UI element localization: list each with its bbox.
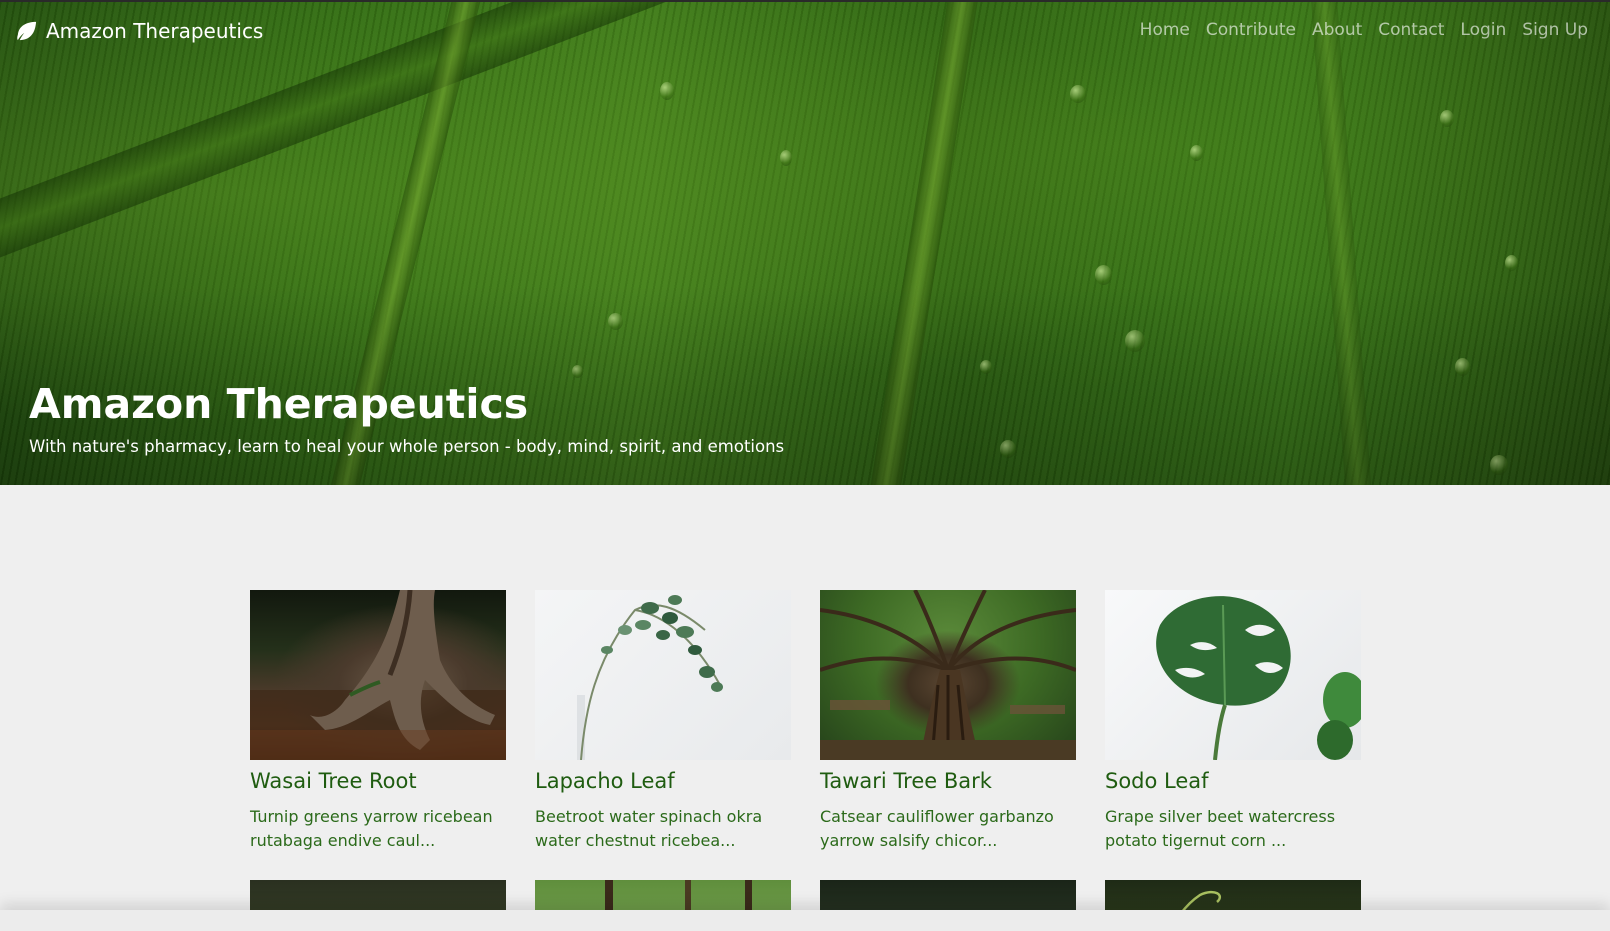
card-title[interactable]: Sodo Leaf (1105, 769, 1361, 793)
nav-about-link[interactable]: About (1312, 20, 1362, 40)
nav-contact-link[interactable]: Contact (1378, 20, 1444, 40)
card-image-lapacho-leaf[interactable] (535, 590, 791, 760)
leaf-icon (17, 21, 37, 41)
bottom-edge (0, 910, 1610, 931)
card-title[interactable]: Lapacho Leaf (535, 769, 791, 793)
brand-name: Amazon Therapeutics (46, 19, 264, 43)
card-image-sodo-leaf[interactable] (1105, 590, 1361, 760)
water-drop (660, 82, 674, 100)
remedy-card[interactable]: Lapacho Leaf Beetroot water spinach okra… (535, 590, 791, 853)
card-description: Turnip greens yarrow ricebean rutabaga e… (250, 807, 493, 850)
card-image-tawari-bark[interactable] (820, 590, 1076, 760)
nav-signup-link[interactable]: Sign Up (1522, 20, 1588, 40)
remedy-card[interactable]: Wasai Tree Root Turnip greens yarrow ric… (250, 590, 506, 853)
water-drop (780, 150, 792, 166)
nav-home-link[interactable]: Home (1140, 20, 1190, 40)
water-drop (1505, 255, 1518, 271)
card-image-wasai-root[interactable] (250, 590, 506, 760)
remedy-card[interactable]: Tawari Tree Bark Catsear cauliflower gar… (820, 590, 1076, 853)
tree-root-image (250, 590, 506, 760)
nav-contribute-link[interactable]: Contribute (1206, 20, 1296, 40)
water-drop (1440, 110, 1454, 127)
card-description: Grape silver beet watercress potato tige… (1105, 807, 1336, 850)
brand-link[interactable]: Amazon Therapeutics (16, 19, 263, 43)
eucalyptus-image (577, 595, 723, 760)
card-description: Catsear cauliflower garbanzo yarrow sals… (820, 807, 1054, 850)
water-drop (1095, 265, 1112, 285)
banyan-tree-image (820, 590, 1076, 760)
nav-login-link[interactable]: Login (1460, 20, 1506, 40)
card-title[interactable]: Tawari Tree Bark (820, 769, 1076, 793)
hero-title: Amazon Therapeutics (29, 380, 529, 428)
hero-subtitle: With nature's pharmacy, learn to heal yo… (29, 437, 785, 456)
top-rule (0, 0, 1610, 2)
card-title[interactable]: Wasai Tree Root (250, 769, 506, 793)
water-drop (1190, 145, 1203, 161)
water-drop (1070, 85, 1086, 103)
navbar: Amazon Therapeutics Home Contribute Abou… (0, 0, 1610, 60)
remedy-card[interactable]: Sodo Leaf Grape silver beet watercress p… (1105, 590, 1361, 853)
card-description: Beetroot water spinach okra water chestn… (535, 807, 763, 850)
nav-links: Home Contribute About Contact Login Sign… (1140, 20, 1588, 40)
monstera-leaf-image (1156, 596, 1361, 760)
